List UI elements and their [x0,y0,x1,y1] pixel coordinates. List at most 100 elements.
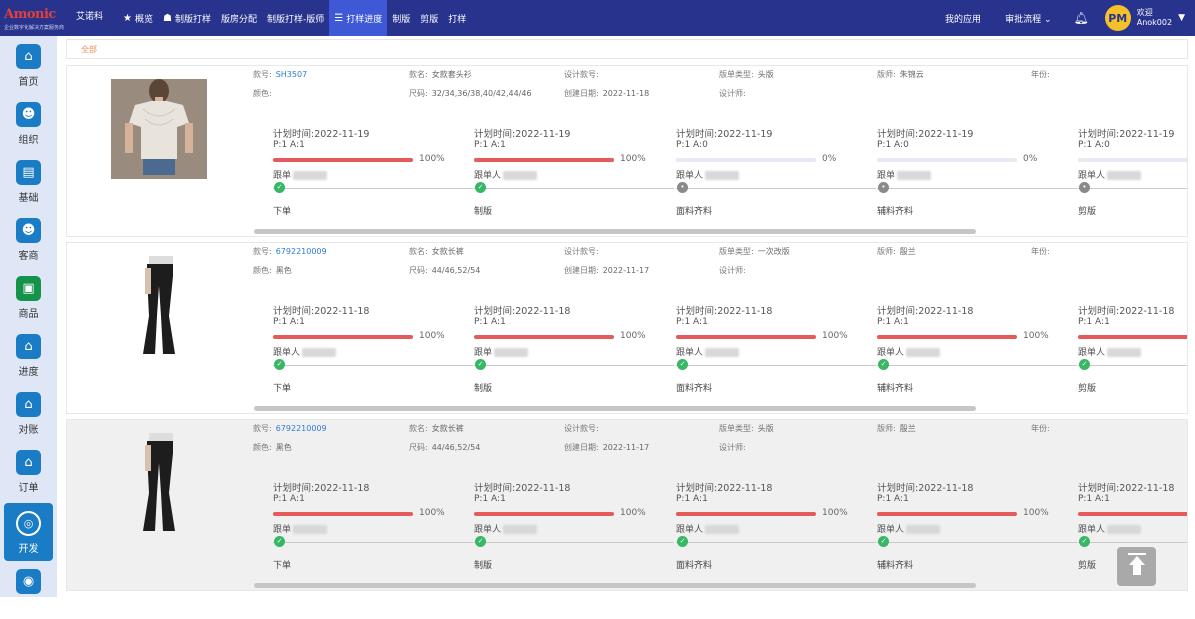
stage-plan-time: 计划时间:2022-11-18 [273,483,370,494]
style-card[interactable]: 款号: 6792210009 款名: 女款长裤 设计款号: 版单类型: 头版 版师: 殷兰 年份:… [66,419,1188,591]
style-card[interactable]: 款号: 6792210009 款名: 女款长裤 设计款号: 版单类型: 一次改版 版师: 殷兰年… [66,242,1188,414]
sidebar-icon: ☻ [16,102,41,127]
stage-1: 计划时间:2022-11-18 P:1 A:1 100% 跟单人 ✓ 制版 [474,420,674,590]
nav-item-7[interactable]: 打样 [443,0,471,36]
approval-menu[interactable]: 审批流程 ⌄ [993,12,1063,25]
horizontal-scrollbar[interactable] [254,406,976,411]
stage-pa: P:1 A:0 [676,140,708,150]
my-apps-link[interactable]: 我的应用 [933,12,993,25]
meta-label: 款号: [253,424,272,433]
stage-follower: 跟单人 [1078,345,1142,358]
blurred-name [1107,525,1142,534]
stage-follower: 跟单人 [877,345,941,358]
approval-label: 审批流程 [1005,14,1042,25]
progress-percent: 100% [419,331,445,341]
nav-item-2[interactable]: 版房分配 [216,0,262,36]
style-card[interactable]: 款号: SH3507 款名: 女款套头衫 设计款号: 版单类型: 头版 版师: 朱锦云 年份: 颜色… [66,65,1188,237]
garment-image[interactable] [111,79,207,179]
garment-image[interactable] [111,433,207,533]
check-circle-icon: ✓ [1079,536,1090,547]
check-circle-icon: ✓ [475,182,486,193]
progress-percent: 100% [620,331,646,341]
nav-item-6[interactable]: 剪版 [415,0,443,36]
sidebar-item-5[interactable]: ⌂ 进度 [0,326,57,384]
progress-percent: 0% [1023,154,1038,164]
stage-follower: 跟单人 [676,168,740,181]
stage-plan-time: 计划时间:2022-11-19 [273,129,370,140]
check-circle-icon: ✓ [475,536,486,547]
stage-follower: 跟单人 [1078,168,1142,181]
sidebar-item-label: 基础 [18,193,39,204]
progress-bar [273,158,413,162]
nav-item-5[interactable]: 制版 [387,0,415,36]
stage-step-name: 面料齐料 [676,384,713,394]
progress-bar [676,335,816,339]
stage-plan-time: 计划时间:2022-11-18 [877,483,974,494]
nav-label: 剪版 [420,14,439,25]
stage-step-name: 下单 [273,384,292,394]
stage-plan-time: 计划时间:2022-11-18 [676,306,773,317]
follower-label: 跟单人 [1078,525,1106,535]
progress-fill [877,512,1017,516]
sidebar-item-label: 订单 [18,483,39,494]
follower-label: 跟单 [474,348,493,358]
logo[interactable]: Amonic 艾诺科 企业数字化解决方案服务商 [0,0,118,36]
progress-percent: 100% [419,154,445,164]
follower-label: 跟单人 [676,171,704,181]
sidebar-item-3[interactable]: ☻ 客商 [0,210,57,268]
logo-tagline: 企业数字化解决方案服务商 [4,25,65,31]
sidebar-item-9[interactable]: ◉ [0,561,57,619]
sidebar-item-7[interactable]: ⌂ 订单 [0,442,57,500]
stage-plan-time: 计划时间:2022-11-18 [474,306,571,317]
blurred-name [503,525,538,534]
nav-item-0[interactable]: ★ 概览 [118,0,158,36]
nav-item-1[interactable]: ☗ 制版打样 [158,0,216,36]
stage-pa: P:1 A:0 [1078,140,1110,150]
progress-fill [273,335,413,339]
stage-step-name: 剪版 [1078,207,1097,217]
avatar[interactable]: PM [1104,5,1131,31]
nav-item-4[interactable]: ☰ 打样进度 [329,0,388,36]
sidebar-item-0[interactable]: ⌂ 首页 [0,36,57,94]
progress-percent: 100% [822,331,848,341]
sidebar-icon: ▤ [16,160,41,185]
sidebar-item-label: 首页 [18,77,39,88]
blurred-name [897,171,932,180]
progress-bar [474,335,614,339]
stage-step-name: 下单 [273,207,292,217]
follower-label: 跟单人 [877,525,905,535]
horizontal-scrollbar[interactable] [254,229,976,234]
stage-plan-time: 计划时间:2022-11-19 [676,129,773,140]
stage-pa: P:1 A:1 [474,317,506,327]
stage-3: 计划时间:2022-11-18 P:1 A:1 100% 跟单人 ✓ 辅料齐料 [877,243,1077,413]
sidebar-item-4[interactable]: ▣ 商品 [0,268,57,326]
sidebar-item-label: 进度 [18,367,39,378]
sidebar-item-6[interactable]: ⌂ 对账 [0,384,57,442]
caret-down-icon[interactable]: ▼ [1178,13,1185,23]
nav-item-3[interactable]: 制版打样-版师 [262,0,329,36]
sidebar-item-2[interactable]: ▤ 基础 [0,152,57,210]
progress-bar [474,158,614,162]
progress-bar [877,158,1017,162]
stage-pa: P:1 A:1 [1078,494,1110,504]
stage-pa: P:1 A:1 [877,494,909,504]
sidebar-item-8[interactable]: ◎ 开发 [4,503,53,561]
sidebar-item-1[interactable]: ☻ 组织 [0,94,57,152]
garment-image[interactable] [111,256,207,356]
timeline-line [676,542,876,543]
filter-all-tab[interactable]: 全部 [81,44,97,55]
stage-step-name: 剪版 [1078,561,1097,571]
user-info[interactable]: 欢迎 Anok002 [1137,8,1172,28]
sidebar-item-label: 客商 [18,251,39,262]
nav-icon: ☗ [162,12,172,24]
back-to-top-icon [1128,553,1146,555]
progress-percent: 100% [620,154,646,164]
blurred-name [705,525,740,534]
horizontal-scrollbar[interactable] [254,583,976,588]
back-to-top-button[interactable] [1117,547,1156,586]
stage-follower: 跟单 [474,345,529,358]
timeline-line [273,365,473,366]
bell-icon[interactable]: 🔔︎ [1064,11,1099,25]
timeline-line [676,188,876,189]
progress-fill [474,335,614,339]
